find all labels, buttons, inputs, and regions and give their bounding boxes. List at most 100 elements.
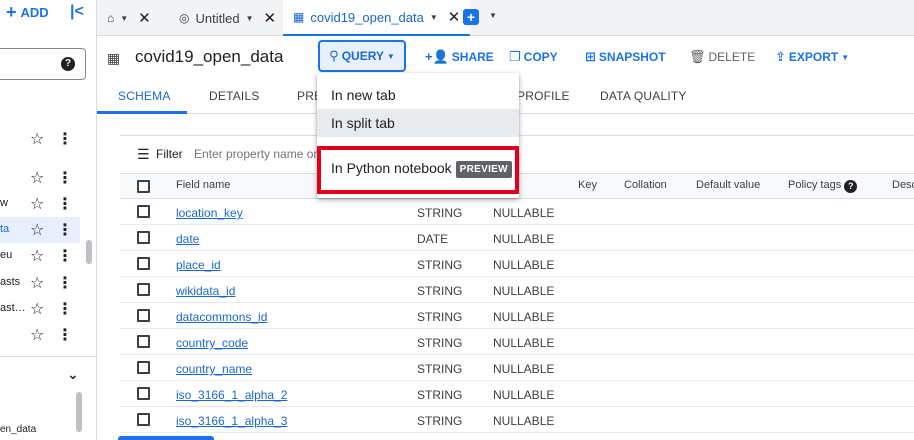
share-button[interactable]: +👤 SHARE [425,49,494,65]
chevron-down-icon[interactable]: ▼ [430,13,438,22]
edit-schema-button[interactable] [118,436,214,440]
field-name-link[interactable]: country_name [176,362,252,376]
table-row: location_key STRING NULLABLE [120,199,914,225]
copy-button[interactable]: ❐ COPY [509,49,558,65]
star-icon[interactable]: ☆ [30,299,44,319]
field-type: STRING [417,362,463,376]
table-row: date DATE NULLABLE [120,225,914,251]
field-mode: NULLABLE [493,336,555,350]
chevron-down-icon: ▼ [841,52,850,62]
copy-label: COPY [523,50,558,64]
field-name-link[interactable]: wikidata_id [176,284,235,298]
tree-item[interactable]: w ☆ ⋮ [0,191,80,217]
explorer-bottom-label: en_data [0,424,37,435]
tab-schema[interactable]: SCHEMA [118,89,171,103]
field-name-link[interactable]: date [176,232,199,246]
chevron-down-icon[interactable]: ▼ [246,14,254,23]
row-checkbox[interactable] [137,335,150,348]
row-checkbox[interactable] [137,231,150,244]
menu-item-python-notebook[interactable]: In Python notebook PREVIEW [317,154,519,182]
tree-item-selected[interactable]: ta ☆ ⋮ [0,217,80,243]
more-options-icon[interactable]: ⋮ [57,246,73,266]
table-row: place_id STRING NULLABLE [120,251,914,277]
tab-covid19-open-data[interactable]: ▦ covid19_open_data ▼ ✕ [283,0,471,36]
close-icon[interactable]: ✕ [448,8,461,26]
tab-untitled[interactable]: ◎ Untitled ▼ ✕ [179,0,276,36]
more-options-icon[interactable]: ⋮ [57,299,73,319]
row-checkbox[interactable] [137,205,150,218]
snapshot-button[interactable]: ⊞ SNAPSHOT [585,49,666,65]
add-person-icon: +👤 [425,49,449,64]
tab-data-quality[interactable]: DATA QUALITY [600,89,687,103]
tab-home[interactable]: ⌂ ▼ ✕ [107,0,151,36]
bigquery-console: + ADD |< ? ☆ ⋮ ☆ ⋮ w ☆ ⋮ ta ☆ ⋮ eu ☆ ⋮ a… [0,0,914,440]
close-icon[interactable]: ✕ [138,9,151,27]
query-label: QUERY [341,49,384,63]
menu-item-new-tab[interactable]: In new tab [317,81,519,109]
field-name-link[interactable]: iso_3166_1_alpha_3 [176,414,287,428]
select-all-checkbox[interactable] [137,180,150,193]
close-icon[interactable]: ✕ [263,9,276,27]
field-name-link[interactable]: place_id [176,258,221,272]
star-icon[interactable]: ☆ [30,129,44,149]
star-icon[interactable]: ☆ [30,220,44,240]
plus-icon: + [6,2,17,22]
help-icon[interactable]: ? [844,180,858,193]
star-icon[interactable]: ☆ [30,194,44,214]
star-icon[interactable]: ☆ [30,168,44,188]
chevron-down-icon[interactable]: ▼ [489,11,497,20]
field-name-link[interactable]: iso_3166_1_alpha_2 [176,388,287,402]
query-button[interactable]: ⚲ QUERY ▼ [318,40,406,72]
more-options-icon[interactable]: ⋮ [57,129,73,149]
more-options-icon[interactable]: ⋮ [57,168,73,188]
field-mode: NULLABLE [493,362,555,376]
more-options-icon[interactable]: ⋮ [57,273,73,293]
more-options-icon[interactable]: ⋮ [57,220,73,240]
column-header-collation: Collation [624,179,667,191]
row-checkbox[interactable] [137,387,150,400]
table-icon: ▦ [293,10,305,24]
row-checkbox[interactable] [137,283,150,296]
tree-item[interactable]: ☆ ⋮ [0,126,80,152]
row-checkbox[interactable] [137,361,150,374]
tree-item[interactable]: ast… ☆ ⋮ [0,296,80,322]
lower-scrollbar[interactable] [76,392,82,432]
tree-item-label: w [0,197,8,209]
star-icon[interactable]: ☆ [30,325,44,345]
tree-item[interactable]: ☆ ⋮ [0,322,80,348]
more-options-icon[interactable]: ⋮ [57,325,73,345]
share-label: SHARE [451,50,494,64]
row-checkbox[interactable] [137,309,150,322]
column-header-field-name: Field name [176,179,231,191]
delete-button[interactable]: 🗑 DELETE [689,49,755,65]
explorer-scrollbar[interactable] [86,240,92,264]
field-name-link[interactable]: country_code [176,336,248,350]
star-icon[interactable]: ☆ [30,246,44,266]
filter-input[interactable] [194,147,318,161]
field-type: STRING [417,284,463,298]
new-tab-button[interactable]: + [463,9,479,25]
row-checkbox[interactable] [137,413,150,426]
more-options-icon[interactable]: ⋮ [57,194,73,214]
star-icon[interactable]: ☆ [30,273,44,293]
chevron-down-icon[interactable]: ⌄ [67,366,79,383]
add-button[interactable]: + ADD [6,2,49,22]
tree-item[interactable]: asts ☆ ⋮ [0,270,80,296]
tab-profile[interactable]: PROFILE [517,89,570,103]
table-row: country_code STRING NULLABLE [120,329,914,355]
tree-item[interactable]: eu ☆ ⋮ [0,243,80,269]
collapse-left-icon[interactable]: |< [70,3,84,21]
copy-icon: ❐ [509,49,521,64]
row-checkbox[interactable] [137,257,150,270]
field-name-link[interactable]: datacommons_id [176,310,267,324]
explorer-search-input[interactable]: ? [0,48,86,80]
chevron-down-icon[interactable]: ▼ [120,14,128,23]
field-name-link[interactable]: location_key [176,206,243,220]
tab-details[interactable]: DETAILS [209,89,260,103]
menu-item-split-tab[interactable]: In split tab [317,109,519,137]
help-icon[interactable]: ? [61,57,75,71]
export-button[interactable]: ⇪ EXPORT ▼ [775,49,849,65]
tab-label: Untitled [195,10,240,26]
tree-item[interactable]: ☆ ⋮ [0,165,80,191]
preview-badge: PREVIEW [455,161,512,178]
